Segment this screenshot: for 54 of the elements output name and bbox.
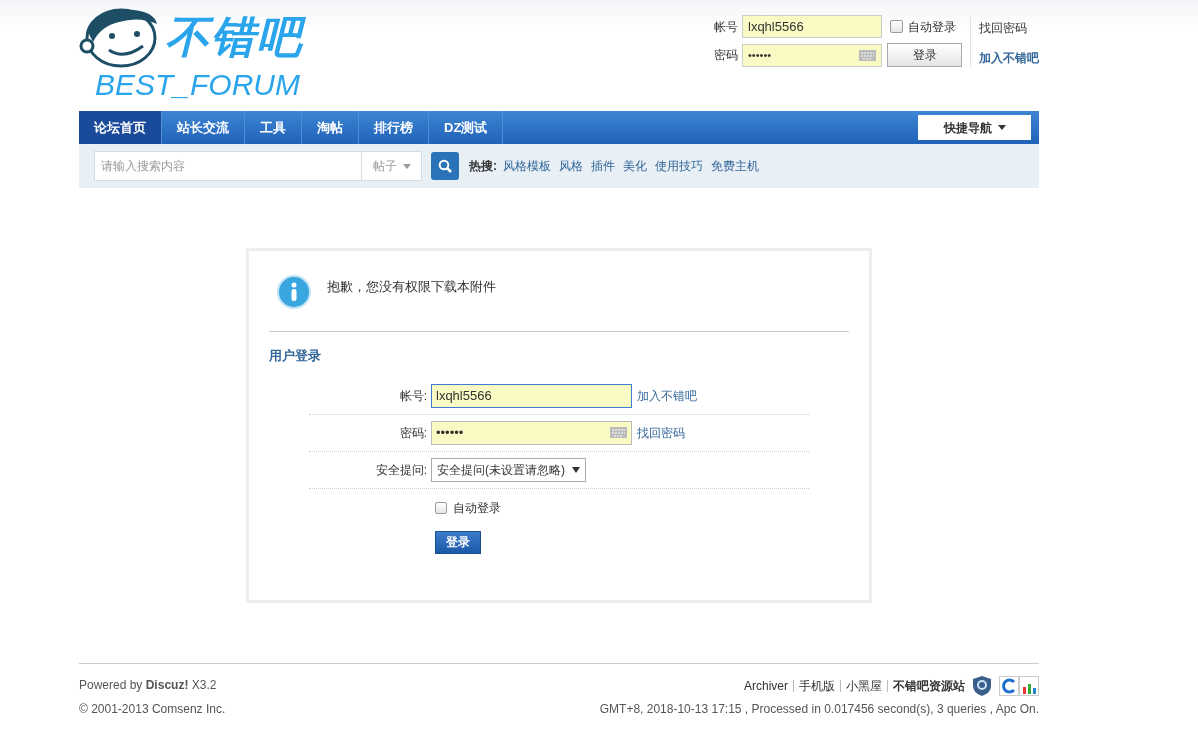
hot-search-link[interactable]: 风格 xyxy=(559,157,583,175)
password-field[interactable]: •••••• xyxy=(431,420,632,445)
login-button[interactable]: 登录 xyxy=(887,43,962,67)
hot-search-link[interactable]: 使用技巧 xyxy=(655,157,703,175)
hot-search-label: 热搜: xyxy=(469,158,497,175)
username-value: lxqhl5566 xyxy=(436,386,492,405)
hot-search-link[interactable]: 美化 xyxy=(623,157,647,175)
footer-link[interactable]: 小黑屋 xyxy=(846,676,882,695)
register-link[interactable]: 加入不错吧 xyxy=(979,49,1039,67)
selected-option: 安全提问(未设置请忽略) xyxy=(437,460,565,479)
username-field[interactable]: lxqhl5566 xyxy=(742,15,882,38)
processing-stats-text: GMT+8, 2018-10-13 17:15 , Processed in 0.017456 second(s), 3 queries , Apc On. xyxy=(599,700,1039,718)
footer-link[interactable]: 不错吧资源站 xyxy=(893,676,965,695)
logo-subtitle: BEST_FORUM xyxy=(95,70,302,100)
password-field[interactable]: •••••• xyxy=(742,43,882,67)
cartoon-face-logo-icon xyxy=(79,6,159,68)
password-value: •••••• xyxy=(748,47,772,63)
keyboard-icon[interactable] xyxy=(610,427,627,438)
field-label: 安全提问: xyxy=(374,461,428,479)
auto-login-label: 自动登录 xyxy=(908,18,956,36)
recover-password-link[interactable]: 找回密码 xyxy=(979,19,1039,37)
login-section-title: 用户登录 xyxy=(269,347,322,365)
auto-login-label: 自动登录 xyxy=(453,499,501,517)
stats-logo-icon[interactable] xyxy=(999,675,1039,696)
form-link[interactable]: 加入不错吧 xyxy=(637,386,697,405)
copyright-text: © 2001-2013 Comsenz Inc. xyxy=(79,700,226,718)
auto-login-checkbox[interactable] xyxy=(435,501,447,514)
hot-search-link[interactable]: 插件 xyxy=(591,157,615,175)
info-icon xyxy=(277,275,311,309)
nav-tab[interactable]: 论坛首页 xyxy=(79,111,162,144)
caret-icon xyxy=(402,163,411,169)
footer-link[interactable]: Archiver xyxy=(744,676,788,695)
search-button[interactable] xyxy=(431,152,459,180)
password-value: •••••• xyxy=(436,423,464,442)
username-label: 帐号 xyxy=(713,18,738,36)
quick-nav-button[interactable]: 快捷导航 xyxy=(918,115,1031,140)
keyboard-icon[interactable] xyxy=(859,49,876,61)
footer-link[interactable]: 手机版 xyxy=(799,676,835,695)
search-icon xyxy=(438,159,452,173)
security-question-dropdown[interactable]: 安全提问(未设置请忽略) xyxy=(431,457,586,482)
hot-search-link[interactable]: 免费主机 xyxy=(711,157,759,175)
username-field[interactable]: lxqhl5566 xyxy=(431,383,632,408)
login-button[interactable]: 登录 xyxy=(435,530,481,554)
shield-icon[interactable] xyxy=(973,675,991,696)
hot-search-link[interactable]: 风格模板 xyxy=(503,157,551,175)
caret-icon xyxy=(997,125,1006,130)
form-link[interactable]: 找回密码 xyxy=(637,423,685,442)
caret-icon xyxy=(572,466,580,473)
auto-login-checkbox[interactable] xyxy=(890,20,903,33)
permission-message: 抱歉，您没有权限下载本附件 xyxy=(327,278,496,296)
powered-by-text: Powered by Discuz! X3.2 xyxy=(79,676,218,694)
field-label: 帐号: xyxy=(398,387,428,405)
field-label: 密码: xyxy=(398,424,428,442)
password-label: 密码 xyxy=(713,47,738,64)
